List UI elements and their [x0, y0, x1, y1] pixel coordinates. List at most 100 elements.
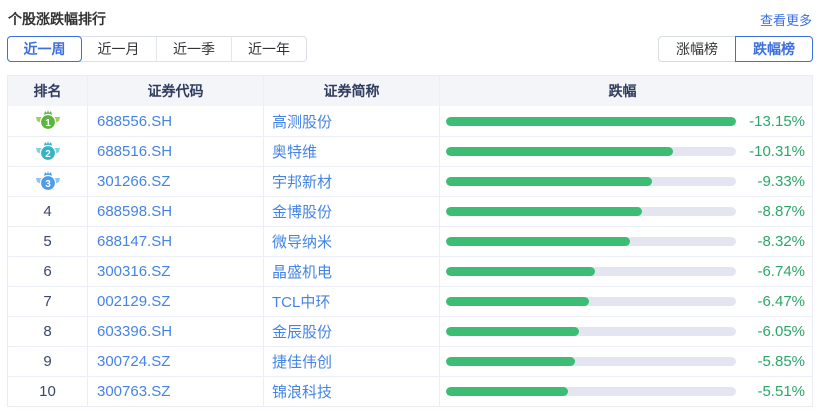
- column-header-code: 证券代码: [88, 76, 264, 106]
- rank-cell: 2: [8, 137, 88, 166]
- decline-percent: -6.05%: [757, 323, 805, 340]
- stock-code-link[interactable]: 688147.SH: [97, 233, 172, 250]
- view-more-link[interactable]: 查看更多: [760, 10, 812, 29]
- change-cell: -9.33%: [440, 167, 812, 196]
- decline-bar-track: [446, 177, 736, 186]
- rank-cell: 5: [8, 227, 88, 256]
- name-cell: 奥特维: [264, 137, 440, 166]
- decline-bar-fill: [446, 327, 579, 336]
- decline-bar-fill: [446, 267, 595, 276]
- rank-number: 4: [43, 203, 51, 220]
- stock-code-link[interactable]: 300316.SZ: [97, 263, 170, 280]
- period-tab-2[interactable]: 近一月: [81, 37, 156, 61]
- stock-name-link[interactable]: 晶盛机电: [272, 261, 332, 282]
- name-cell: 捷佳伟创: [264, 347, 440, 376]
- decline-percent: -6.74%: [757, 263, 805, 280]
- code-cell: 688147.SH: [88, 227, 264, 256]
- svg-text:3: 3: [45, 179, 51, 190]
- medal-rank-3-icon: 3: [35, 170, 61, 194]
- rank-cell: 6: [8, 257, 88, 286]
- code-cell: 300724.SZ: [88, 347, 264, 376]
- table-row: 5 688147.SH 微导纳米 -8.32%: [8, 226, 812, 256]
- board-toggle-group: 涨幅榜跌幅榜: [658, 36, 813, 62]
- table-row: 2688516.SH奥特维-10.31%: [8, 136, 812, 166]
- stock-name-link[interactable]: 奥特维: [272, 141, 317, 162]
- change-cell: -8.32%: [440, 227, 812, 256]
- gainers-board-button[interactable]: 涨幅榜: [658, 36, 736, 62]
- change-cell: -6.47%: [440, 287, 812, 316]
- rank-number: 7: [43, 293, 51, 310]
- period-tab-1[interactable]: 近一周: [7, 36, 82, 62]
- stock-name-link[interactable]: 金辰股份: [272, 321, 332, 342]
- table-row: 6 300316.SZ 晶盛机电 -6.74%: [8, 256, 812, 286]
- period-tab-3[interactable]: 近一季: [156, 37, 231, 61]
- column-header-change: 跌幅: [440, 76, 812, 106]
- decline-bar-track: [446, 327, 736, 336]
- code-cell: 301266.SZ: [88, 167, 264, 196]
- rank-table: 排名 证券代码 证券简称 跌幅 1688556.SH高测股份-13.15%268…: [7, 75, 813, 407]
- decline-percent: -13.15%: [749, 113, 805, 130]
- stock-code-link[interactable]: 603396.SH: [97, 323, 172, 340]
- decline-percent: -5.85%: [757, 353, 805, 370]
- rank-cell: 10: [8, 377, 88, 406]
- period-tab-4[interactable]: 近一年: [231, 37, 306, 61]
- change-cell: -6.74%: [440, 257, 812, 286]
- rank-cell: 9: [8, 347, 88, 376]
- rank-cell: 7: [8, 287, 88, 316]
- decline-bar-fill: [446, 117, 736, 126]
- table-row: 9 300724.SZ 捷佳伟创 -5.85%: [8, 346, 812, 376]
- table-row: 4 688598.SH 金博股份 -8.87%: [8, 196, 812, 226]
- losers-board-button[interactable]: 跌幅榜: [735, 36, 813, 62]
- code-cell: 002129.SZ: [88, 287, 264, 316]
- stock-name-link[interactable]: 宇邦新材: [272, 171, 332, 192]
- name-cell: 宇邦新材: [264, 167, 440, 196]
- name-cell: 金辰股份: [264, 317, 440, 346]
- decline-percent: -8.87%: [757, 203, 805, 220]
- decline-percent: -6.47%: [757, 293, 805, 310]
- name-cell: TCL中环: [264, 287, 440, 316]
- table-header-row: 排名 证券代码 证券简称 跌幅: [8, 76, 812, 106]
- stock-code-link[interactable]: 301266.SZ: [97, 173, 170, 190]
- name-cell: 微导纳米: [264, 227, 440, 256]
- name-cell: 锦浪科技: [264, 377, 440, 406]
- decline-bar-track: [446, 357, 736, 366]
- stock-code-link[interactable]: 688598.SH: [97, 203, 172, 220]
- decline-bar-fill: [446, 237, 630, 246]
- period-tab-group: 近一周近一月近一季近一年: [7, 36, 307, 62]
- stock-name-link[interactable]: TCL中环: [272, 291, 330, 312]
- rank-cell: 3: [8, 167, 88, 196]
- stock-name-link[interactable]: 金博股份: [272, 201, 332, 222]
- stock-code-link[interactable]: 300763.SZ: [97, 383, 170, 400]
- table-row: 3 301266.SZ 宇邦新材 -9.33%: [8, 166, 812, 196]
- stock-name-link[interactable]: 捷佳伟创: [272, 351, 332, 372]
- decline-bar-fill: [446, 387, 568, 396]
- decline-bar-fill: [446, 177, 652, 186]
- svg-text:2: 2: [45, 149, 51, 160]
- medal-rank-1-icon: 1: [35, 109, 61, 133]
- decline-percent: -9.33%: [757, 173, 805, 190]
- decline-bar-track: [446, 117, 736, 126]
- code-cell: 300763.SZ: [88, 377, 264, 406]
- decline-bar-track: [446, 387, 736, 396]
- decline-bar-fill: [446, 207, 642, 216]
- name-cell: 高测股份: [264, 106, 440, 136]
- stock-code-link[interactable]: 688516.SH: [97, 143, 172, 160]
- rank-number: 8: [43, 323, 51, 340]
- change-cell: -8.87%: [440, 197, 812, 226]
- rank-cell: 4: [8, 197, 88, 226]
- decline-percent: -5.51%: [757, 383, 805, 400]
- stock-code-link[interactable]: 688556.SH: [97, 113, 172, 130]
- decline-bar-track: [446, 267, 736, 276]
- stock-code-link[interactable]: 300724.SZ: [97, 353, 170, 370]
- stock-name-link[interactable]: 高测股份: [272, 111, 332, 132]
- stock-code-link[interactable]: 002129.SZ: [97, 293, 170, 310]
- decline-bar-fill: [446, 147, 673, 156]
- rank-number: 5: [43, 233, 51, 250]
- decline-bar-track: [446, 147, 736, 156]
- column-header-name: 证券简称: [264, 76, 440, 106]
- decline-bar-fill: [446, 357, 575, 366]
- change-cell: -5.85%: [440, 347, 812, 376]
- decline-bar-track: [446, 297, 736, 306]
- stock-name-link[interactable]: 锦浪科技: [272, 381, 332, 402]
- stock-name-link[interactable]: 微导纳米: [272, 231, 332, 252]
